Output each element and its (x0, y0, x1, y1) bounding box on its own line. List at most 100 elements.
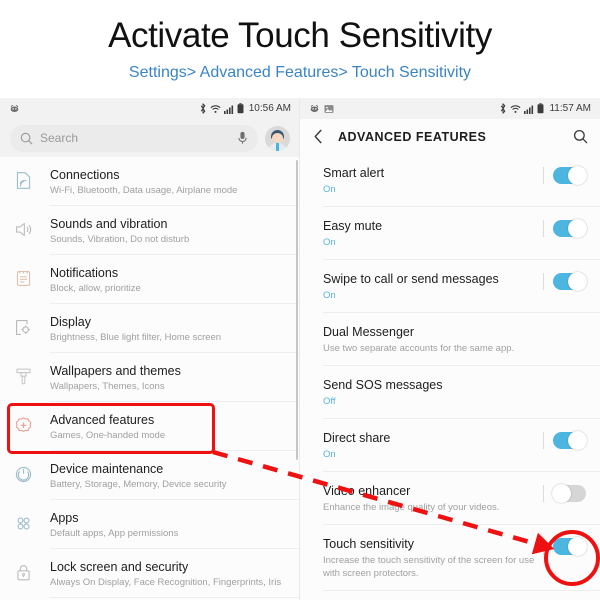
toggle-divider (543, 432, 544, 449)
page-title: Activate Touch Sensitivity (108, 16, 492, 55)
sidebar-item-title: Lock screen and security (50, 560, 189, 574)
toggle-touch-sensitivity[interactable] (553, 537, 587, 556)
feature-row-send-sos-messages[interactable]: Send SOS messages Off (300, 366, 600, 419)
sidebar-item-advanced-features[interactable]: Advanced features Games, One-handed mode (0, 402, 300, 451)
toggle-video-enhancer[interactable] (552, 484, 586, 503)
app-notification-icon (9, 103, 20, 114)
left-status-left-icons (9, 103, 20, 114)
list-separator (323, 590, 600, 591)
advanced-features-icon (14, 411, 50, 435)
toggle-wrap (543, 218, 587, 238)
search-icon (20, 132, 33, 145)
right-status-left-icons (309, 103, 334, 114)
avatar[interactable] (265, 125, 290, 151)
right-status-bar: 11:57 AM (300, 98, 600, 119)
sidebar-item-title: Notifications (50, 266, 119, 280)
sidebar-item-subtitle: Sounds, Vibration, Do not disturb (50, 234, 190, 245)
sidebar-item-notifications[interactable]: Notifications Block, allow, prioritize (0, 255, 300, 304)
avatar-tie (276, 142, 279, 151)
toggle-direct-share[interactable] (553, 431, 587, 450)
sidebar-item-subtitle: Battery, Storage, Memory, Device securit… (50, 479, 227, 490)
sidebar-item-title: Connections (50, 168, 120, 182)
search-row: Search (0, 119, 300, 157)
right-status-time: 11:57 AM (549, 103, 591, 114)
toggle-wrap (543, 271, 587, 291)
feature-description: Enhance the image quality of your videos… (323, 502, 500, 513)
connections-icon (14, 166, 50, 190)
sidebar-item-subtitle: Block, allow, prioritize (50, 283, 141, 294)
signal-icon (524, 104, 534, 114)
feature-title: Swipe to call or send messages (323, 272, 499, 286)
feature-state: On (323, 184, 336, 195)
back-chevron-icon[interactable] (312, 129, 325, 144)
apps-icon (14, 509, 50, 533)
toggle-wrap (543, 483, 586, 503)
toggle-knob (568, 537, 587, 556)
left-scrollbar[interactable] (296, 160, 298, 460)
app-bar: ADVANCED FEATURES (300, 119, 600, 154)
toggle-knob (568, 272, 587, 291)
right-phone-screen: 11:57 AM ADVANCED FEATURES Smart alert O… (300, 98, 600, 600)
screenshot-icon (324, 104, 334, 114)
toggle-knob (568, 431, 587, 450)
feature-row-direct-share[interactable]: Direct share On (300, 419, 600, 472)
sidebar-item-title: Display (50, 315, 91, 329)
breadcrumb: Settings> Advanced Features> Touch Sensi… (128, 64, 472, 81)
feature-state: On (323, 237, 336, 248)
sidebar-item-title: Wallpapers and themes (50, 364, 181, 378)
toggle-smart-alert[interactable] (553, 166, 587, 185)
sidebar-item-connections[interactable]: Connections Wi-Fi, Bluetooth, Data usage… (0, 157, 300, 206)
tutorial-screenshot: Activate Touch Sensitivity Settings> Adv… (0, 0, 600, 600)
advanced-features-list: Smart alert On Easy mute On Swipe to cal… (300, 154, 600, 591)
sidebar-item-device-maintenance[interactable]: Device maintenance Battery, Storage, Mem… (0, 451, 300, 500)
feature-row-swipe-to-call[interactable]: Swipe to call or send messages On (300, 260, 600, 313)
feature-row-video-enhancer[interactable]: Video enhancer Enhance the image quality… (300, 472, 600, 525)
sidebar-item-sounds-and-vibration[interactable]: Sounds and vibration Sounds, Vibration, … (0, 206, 300, 255)
feature-state: Off (323, 396, 336, 407)
microphone-icon[interactable] (237, 131, 248, 145)
toggle-divider (543, 167, 544, 184)
sound-icon (14, 215, 50, 239)
wifi-icon (510, 104, 521, 114)
list-separator (50, 597, 300, 598)
feature-title: Send SOS messages (323, 378, 443, 392)
feature-row-easy-mute[interactable]: Easy mute On (300, 207, 600, 260)
device-maintenance-icon (14, 460, 50, 484)
sidebar-item-subtitle: Brightness, Blue light filter, Home scre… (50, 332, 222, 343)
toggle-knob (568, 166, 587, 185)
sidebar-item-apps[interactable]: Apps Default apps, App permissions (0, 500, 300, 549)
sidebar-item-wallpapers-and-themes[interactable]: Wallpapers and themes Wallpapers, Themes… (0, 353, 300, 402)
sidebar-item-display[interactable]: Display Brightness, Blue light filter, H… (0, 304, 300, 353)
left-phone-screen: 10:56 AM Search Connections Wi-Fi, Bluet… (0, 98, 300, 600)
wallpaper-icon (14, 362, 50, 386)
sidebar-item-subtitle: Always On Display, Face Recognition, Fin… (50, 577, 282, 588)
app-bar-title: ADVANCED FEATURES (338, 129, 487, 144)
battery-icon (537, 103, 544, 114)
feature-row-dual-messenger[interactable]: Dual Messenger Use two separate accounts… (300, 313, 600, 366)
search-input[interactable]: Search (10, 124, 258, 152)
feature-title: Smart alert (323, 166, 385, 180)
sidebar-item-lock-screen-and-security[interactable]: Lock screen and security Always On Displ… (0, 549, 300, 598)
wifi-icon (210, 104, 221, 114)
display-icon (14, 313, 50, 337)
feature-row-smart-alert[interactable]: Smart alert On (300, 154, 600, 207)
feature-description: Increase the touch sensitivity of the sc… (323, 555, 535, 579)
toggle-divider (543, 220, 544, 237)
search-icon[interactable] (573, 129, 588, 144)
sidebar-item-title: Device maintenance (50, 462, 164, 476)
sidebar-item-subtitle: Games, One-handed mode (50, 430, 166, 441)
left-status-time: 10:56 AM (248, 103, 291, 114)
feature-title: Touch sensitivity (323, 537, 415, 551)
sidebar-item-subtitle: Wallpapers, Themes, Icons (50, 381, 165, 392)
left-status-bar: 10:56 AM (0, 98, 300, 119)
feature-title: Direct share (323, 431, 391, 445)
left-status-right-icons: 10:56 AM (199, 103, 291, 114)
toggle-wrap (543, 536, 587, 556)
toggle-divider (543, 485, 544, 502)
toggle-swipe-to-call[interactable] (553, 272, 587, 291)
sidebar-item-subtitle: Default apps, App permissions (50, 528, 179, 539)
feature-row-touch-sensitivity[interactable]: Touch sensitivity Increase the touch sen… (300, 525, 600, 591)
bluetooth-icon (199, 103, 207, 114)
battery-icon (237, 103, 244, 114)
toggle-easy-mute[interactable] (553, 219, 587, 238)
